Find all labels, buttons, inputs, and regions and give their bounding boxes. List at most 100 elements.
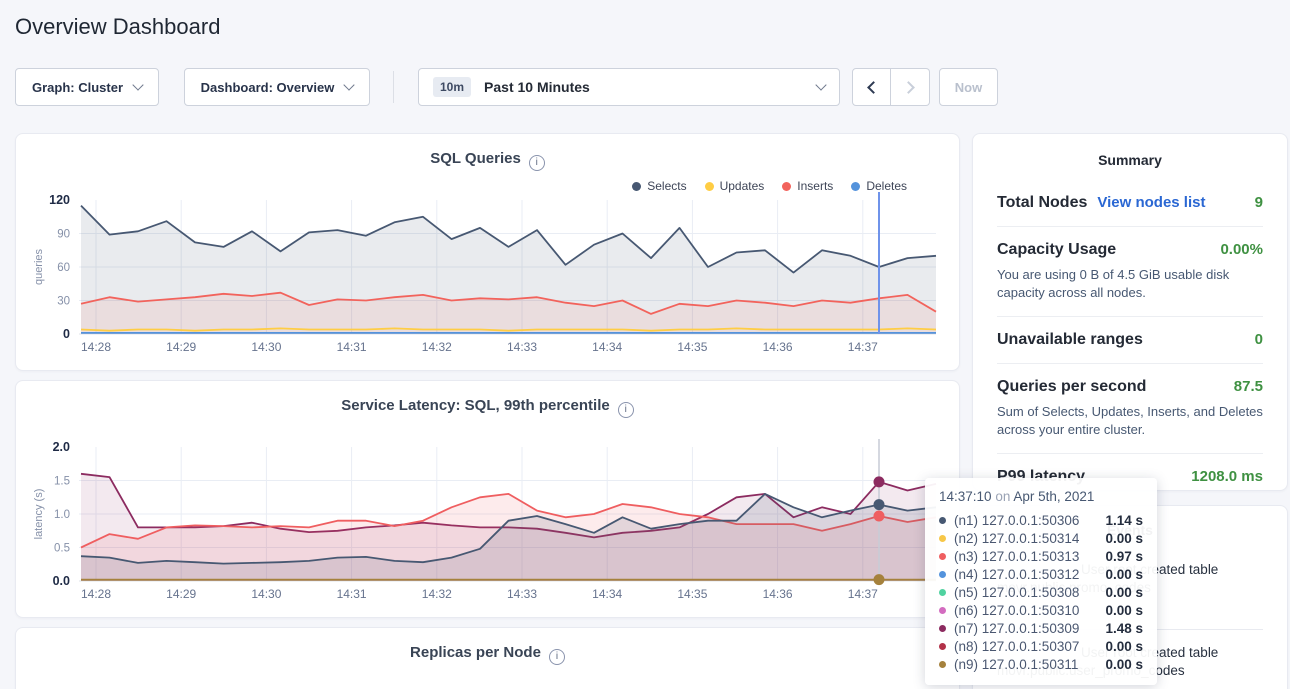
summary-row-unavailable-ranges: Unavailable ranges 0 xyxy=(997,331,1263,349)
summary-row-capacity-usage: Capacity Usage 0.00% You are using 0 B o… xyxy=(997,241,1263,302)
crosshair-dot xyxy=(874,476,885,487)
replicas-per-node-chart-card: Replicas per Node i xyxy=(15,627,960,689)
node-color-dot-icon xyxy=(939,589,946,596)
node-address: (n2) 127.0.0.1:50314 xyxy=(954,531,1079,546)
node-latency-value: 0.00 s xyxy=(1105,603,1143,618)
svg-text:queries: queries xyxy=(33,248,45,285)
chart-hover-tooltip: 14:37:10 on Apr 5th, 2021 (n1) 127.0.0.1… xyxy=(925,478,1157,685)
node-address: (n4) 127.0.0.1:50312 xyxy=(954,567,1079,582)
sql-queries-chart[interactable]: 14:2814:2914:3014:3114:3214:3314:3414:35… xyxy=(16,134,961,372)
chevron-down-icon xyxy=(344,79,355,90)
node-address: (n9) 127.0.0.1:50311 xyxy=(954,657,1078,672)
time-next-button[interactable] xyxy=(891,68,930,106)
time-range-picker[interactable]: 10m Past 10 Minutes xyxy=(418,68,840,106)
tooltip-node-row: (n5) 127.0.0.1:50308 0.00 s xyxy=(939,583,1143,601)
summary-panel: Summary Total Nodes View nodes list 9 Ca… xyxy=(972,133,1288,491)
summary-label: Queries per second xyxy=(997,378,1146,396)
now-button[interactable]: Now xyxy=(939,68,998,106)
node-latency-value: 0.00 s xyxy=(1105,531,1143,546)
dashboard-dropdown-label: Dashboard: Overview xyxy=(201,80,335,95)
divider xyxy=(997,316,1263,317)
svg-text:latency (s): latency (s) xyxy=(33,489,45,540)
chart-title-row: Replicas per Node i xyxy=(16,628,959,665)
time-prev-button[interactable] xyxy=(852,68,891,106)
node-color-dot-icon xyxy=(939,535,946,542)
time-range-label: Past 10 Minutes xyxy=(484,79,590,95)
svg-text:0.0: 0.0 xyxy=(53,574,70,588)
summary-description: You are using 0 B of 4.5 GiB usable disk… xyxy=(997,266,1263,302)
svg-text:14:30: 14:30 xyxy=(251,340,281,354)
service-latency-chart[interactable]: 14:2814:2914:3014:3114:3214:3314:3414:35… xyxy=(16,381,961,619)
svg-text:14:33: 14:33 xyxy=(507,587,537,601)
tooltip-node-row: (n6) 127.0.0.1:50310 0.00 s xyxy=(939,601,1143,619)
overview-dashboard-page: Overview Dashboard Graph: Cluster Dashbo… xyxy=(0,0,1290,689)
summary-value: 1208.0 ms xyxy=(1191,468,1263,485)
tooltip-node-row: (n9) 127.0.0.1:50311 0.00 s xyxy=(939,655,1143,673)
node-latency-value: 0.00 s xyxy=(1105,657,1143,672)
view-nodes-list-link[interactable]: View nodes list xyxy=(1097,194,1205,211)
svg-text:30: 30 xyxy=(57,296,70,308)
page-title: Overview Dashboard xyxy=(15,14,220,40)
chart-title: Replicas per Node xyxy=(410,644,541,661)
node-color-dot-icon xyxy=(939,643,946,650)
crosshair-dot xyxy=(874,574,885,585)
crosshair-dot xyxy=(874,511,885,522)
node-color-dot-icon xyxy=(939,517,946,524)
node-latency-value: 1.48 s xyxy=(1105,621,1143,636)
svg-text:14:34: 14:34 xyxy=(592,340,622,354)
divider xyxy=(997,226,1263,227)
graph-dropdown-label: Graph: Cluster xyxy=(32,80,123,95)
service-latency-chart-card: Service Latency: SQL, 99th percentilei 1… xyxy=(15,380,960,618)
time-nav-group xyxy=(852,68,930,106)
chevron-right-icon xyxy=(902,81,915,94)
tooltip-node-row: (n4) 127.0.0.1:503120.00 s xyxy=(939,565,1143,583)
tooltip-node-row: (n1) 127.0.0.1:503061.14 s xyxy=(939,511,1143,529)
svg-text:14:29: 14:29 xyxy=(166,587,196,601)
svg-text:14:33: 14:33 xyxy=(507,340,537,354)
node-address: (n6) 127.0.0.1:50310 xyxy=(954,603,1079,618)
summary-row-queries-per-second: Queries per second 87.5 Sum of Selects, … xyxy=(997,378,1263,439)
chevron-down-icon xyxy=(132,79,143,90)
svg-text:14:32: 14:32 xyxy=(422,340,452,354)
svg-text:0: 0 xyxy=(63,327,70,341)
svg-text:60: 60 xyxy=(57,262,70,274)
tooltip-rows: (n1) 127.0.0.1:503061.14 s (n2) 127.0.0.1… xyxy=(939,511,1143,673)
svg-text:14:28: 14:28 xyxy=(81,340,111,354)
svg-text:14:36: 14:36 xyxy=(763,340,793,354)
sql-queries-chart-card: SQL Queriesi SelectsUpdatesInsertsDelete… xyxy=(15,133,960,371)
chevron-down-icon xyxy=(815,79,826,90)
node-color-dot-icon xyxy=(939,553,946,560)
node-address: (n8) 127.0.0.1:50307 xyxy=(954,639,1079,654)
svg-text:14:29: 14:29 xyxy=(166,340,196,354)
svg-text:14:37: 14:37 xyxy=(848,340,878,354)
node-latency-value: 0.00 s xyxy=(1105,585,1143,600)
node-latency-value: 0.00 s xyxy=(1105,639,1143,654)
node-address: (n5) 127.0.0.1:50308 xyxy=(954,585,1079,600)
summary-row-total-nodes: Total Nodes View nodes list 9 xyxy=(997,194,1263,212)
svg-text:120: 120 xyxy=(49,193,70,207)
info-icon[interactable]: i xyxy=(549,649,565,665)
summary-value: 0 xyxy=(1255,331,1263,348)
node-latency-value: 0.97 s xyxy=(1105,549,1143,564)
svg-text:2.0: 2.0 xyxy=(53,440,70,454)
summary-label: Capacity Usage xyxy=(997,241,1116,259)
node-color-dot-icon xyxy=(939,571,946,578)
svg-text:14:32: 14:32 xyxy=(422,587,452,601)
svg-text:14:28: 14:28 xyxy=(81,587,111,601)
toolbar-divider xyxy=(393,71,394,103)
summary-description: Sum of Selects, Updates, Inserts, and De… xyxy=(997,403,1263,439)
svg-text:14:36: 14:36 xyxy=(763,587,793,601)
svg-text:1.0: 1.0 xyxy=(54,509,70,521)
node-address: (n7) 127.0.0.1:50309 xyxy=(954,621,1079,636)
svg-text:0.5: 0.5 xyxy=(54,543,70,555)
tooltip-node-row: (n8) 127.0.0.1:50307 0.00 s xyxy=(939,637,1143,655)
tooltip-node-row: (n7) 127.0.0.1:50309 1.48 s xyxy=(939,619,1143,637)
dashboard-dropdown[interactable]: Dashboard: Overview xyxy=(184,68,370,106)
tooltip-node-row: (n3) 127.0.0.1:503130.97 s xyxy=(939,547,1143,565)
svg-text:14:35: 14:35 xyxy=(677,587,707,601)
graph-dropdown[interactable]: Graph: Cluster xyxy=(15,68,159,106)
svg-text:90: 90 xyxy=(57,229,70,241)
summary-label: Unavailable ranges xyxy=(997,331,1143,349)
svg-text:14:31: 14:31 xyxy=(337,587,367,601)
summary-value: 0.00% xyxy=(1220,241,1263,258)
